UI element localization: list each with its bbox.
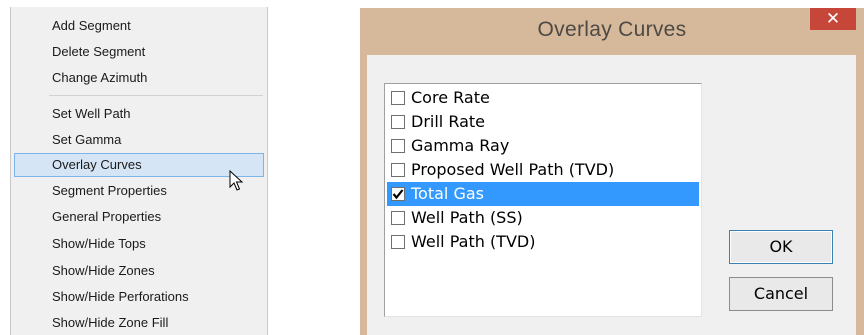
list-item-well-path-ss[interactable]: Well Path (SS) — [387, 206, 699, 230]
checkbox-drill-rate[interactable] — [391, 115, 405, 129]
list-item-label: Well Path (TVD) — [411, 232, 536, 251]
checkbox-proposed-well-path-tvd[interactable] — [391, 163, 405, 177]
list-item-total-gas[interactable]: Total Gas — [387, 182, 699, 206]
checkbox-well-path-tvd[interactable] — [391, 235, 405, 249]
list-item-core-rate[interactable]: Core Rate — [387, 86, 699, 110]
menu-separator — [49, 95, 263, 96]
list-item-label: Total Gas — [411, 184, 484, 203]
overlay-curves-dialog: Overlay Curves ✕ Core Rate Drill Rate Ga… — [360, 8, 864, 335]
list-item-label: Proposed Well Path (TVD) — [411, 160, 615, 179]
list-item-label: Gamma Ray — [411, 136, 510, 155]
dialog-title: Overlay Curves — [537, 18, 687, 41]
menu-item-set-gamma[interactable]: Set Gamma — [14, 128, 264, 152]
checkmark-icon — [392, 189, 404, 200]
menu-item-show-hide-zone-fill[interactable]: Show/Hide Zone Fill — [14, 311, 264, 335]
list-item-label: Well Path (SS) — [411, 208, 523, 227]
list-item-label: Drill Rate — [411, 112, 486, 131]
menu-item-overlay-curves[interactable]: Overlay Curves — [14, 153, 264, 177]
list-item-proposed-well-path-tvd[interactable]: Proposed Well Path (TVD) — [387, 158, 699, 182]
list-item-label: Core Rate — [411, 88, 490, 107]
menu-item-show-hide-perforations[interactable]: Show/Hide Perforations — [14, 285, 264, 309]
checkbox-gamma-ray[interactable] — [391, 139, 405, 153]
curves-listbox[interactable]: Core Rate Drill Rate Gamma Ray Proposed … — [384, 83, 702, 317]
checkbox-core-rate[interactable] — [391, 91, 405, 105]
list-item-gamma-ray[interactable]: Gamma Ray — [387, 134, 699, 158]
menu-item-delete-segment[interactable]: Delete Segment — [14, 40, 264, 64]
menu-item-segment-properties[interactable]: Segment Properties — [14, 179, 264, 203]
ok-button[interactable]: OK — [729, 230, 833, 264]
list-item-drill-rate[interactable]: Drill Rate — [387, 110, 699, 134]
menu-item-show-hide-tops[interactable]: Show/Hide Tops — [14, 232, 264, 256]
list-item-well-path-tvd[interactable]: Well Path (TVD) — [387, 230, 699, 254]
close-button[interactable]: ✕ — [810, 8, 856, 30]
menu-item-add-segment[interactable]: Add Segment — [14, 14, 264, 38]
menu-item-change-azimuth[interactable]: Change Azimuth — [14, 66, 264, 90]
checkbox-total-gas[interactable] — [391, 187, 405, 201]
context-menu: Add Segment Delete Segment Change Azimut… — [10, 7, 268, 335]
menu-item-general-properties[interactable]: General Properties — [14, 205, 264, 229]
menu-item-set-well-path[interactable]: Set Well Path — [14, 102, 264, 126]
cancel-button[interactable]: Cancel — [729, 277, 833, 311]
checkbox-well-path-ss[interactable] — [391, 211, 405, 225]
arrow-cursor-icon — [229, 170, 244, 191]
menu-item-show-hide-zones[interactable]: Show/Hide Zones — [14, 259, 264, 283]
dialog-client-area: Core Rate Drill Rate Gamma Ray Proposed … — [367, 55, 856, 335]
